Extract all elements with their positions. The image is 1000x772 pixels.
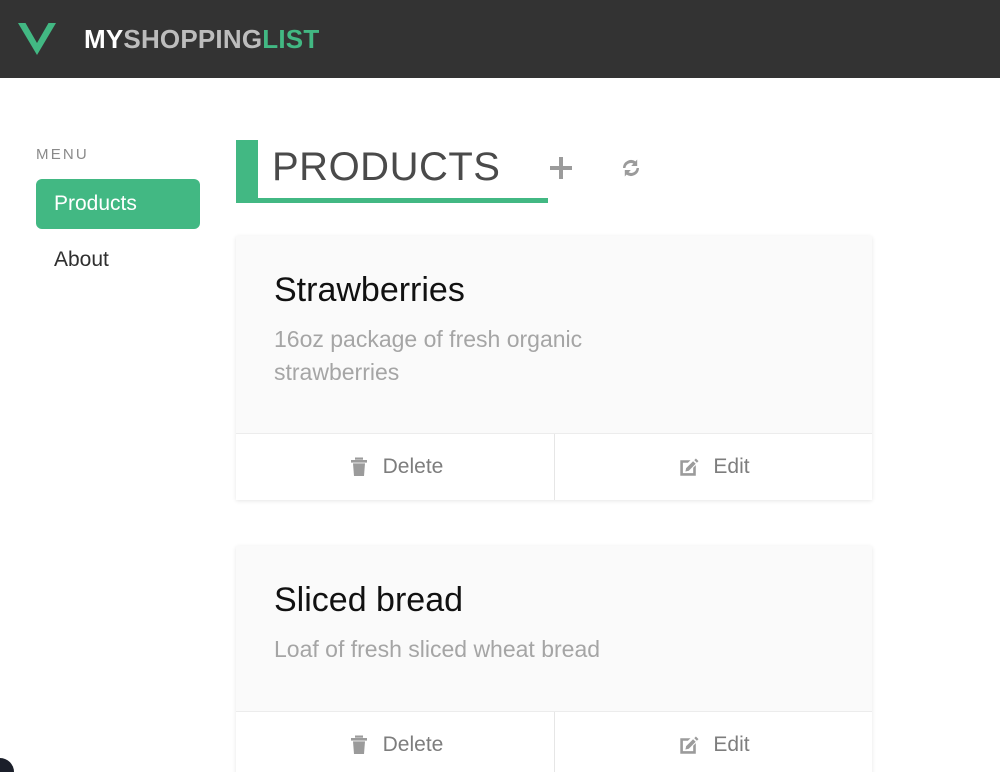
delete-button-label: Delete <box>382 455 444 479</box>
delete-button[interactable]: Delete <box>236 434 554 501</box>
pen-to-square-icon <box>677 455 701 479</box>
product-title: Strawberries <box>274 271 465 309</box>
pen-to-square-icon <box>677 733 701 757</box>
refresh-button[interactable] <box>612 150 650 188</box>
trash-icon <box>347 455 371 479</box>
product-card: Sliced bread Loaf of fresh sliced wheat … <box>236 546 872 772</box>
product-description: Loaf of fresh sliced wheat bread <box>274 636 601 663</box>
plus-icon <box>548 155 574 184</box>
main-content: PRODUCTS Strawberries 16oz package of fr… <box>236 78 1000 772</box>
delete-button-label: Delete <box>382 732 444 756</box>
sidebar-item-products[interactable]: Products <box>36 179 200 230</box>
brand-title-my: MY <box>84 24 124 54</box>
product-card-body: Strawberries 16oz package of fresh organ… <box>236 236 872 435</box>
product-description: 16oz package of fresh organic strawberri… <box>274 325 583 386</box>
product-card-footer: Delete Edit <box>236 434 872 501</box>
product-card-footer: Delete Edit <box>236 711 872 772</box>
sidebar-item-about[interactable]: About <box>36 235 200 285</box>
app-root: MYSHOPPINGLIST MENU Products About PRODU… <box>0 0 1000 772</box>
add-product-button[interactable] <box>542 150 580 188</box>
edit-button-label: Edit <box>713 732 750 756</box>
page-header-row: PRODUCTS <box>236 140 1000 203</box>
title-underline <box>236 198 548 203</box>
page-title-wrap: PRODUCTS <box>236 140 548 203</box>
edit-button[interactable]: Edit <box>554 434 872 501</box>
page-title: PRODUCTS <box>272 145 501 189</box>
menu-heading: MENU <box>36 146 89 163</box>
product-card: Strawberries 16oz package of fresh organ… <box>236 236 872 501</box>
sidebar: MENU Products About <box>0 78 236 772</box>
top-navbar: MYSHOPPINGLIST <box>0 0 1000 78</box>
product-card-body: Sliced bread Loaf of fresh sliced wheat … <box>236 546 872 712</box>
vue-logo-icon <box>16 18 58 60</box>
delete-button[interactable]: Delete <box>236 711 554 772</box>
product-title: Sliced bread <box>274 581 464 620</box>
edit-button[interactable]: Edit <box>554 711 872 772</box>
page-body: MENU Products About PRODUCTS Strawberrie… <box>0 78 1000 772</box>
brand-title-list: LIST <box>262 24 320 54</box>
brand-title: MYSHOPPINGLIST <box>84 26 319 52</box>
sidebar-menu-list: Products About <box>0 179 236 286</box>
page-header-actions <box>542 150 650 198</box>
trash-icon <box>347 733 371 757</box>
edit-button-label: Edit <box>713 455 750 479</box>
brand-title-shopping: SHOPPING <box>123 24 263 54</box>
refresh-icon <box>618 155 644 184</box>
product-card-list: Strawberries 16oz package of fresh organ… <box>236 236 872 772</box>
title-accent-bar <box>236 140 258 198</box>
